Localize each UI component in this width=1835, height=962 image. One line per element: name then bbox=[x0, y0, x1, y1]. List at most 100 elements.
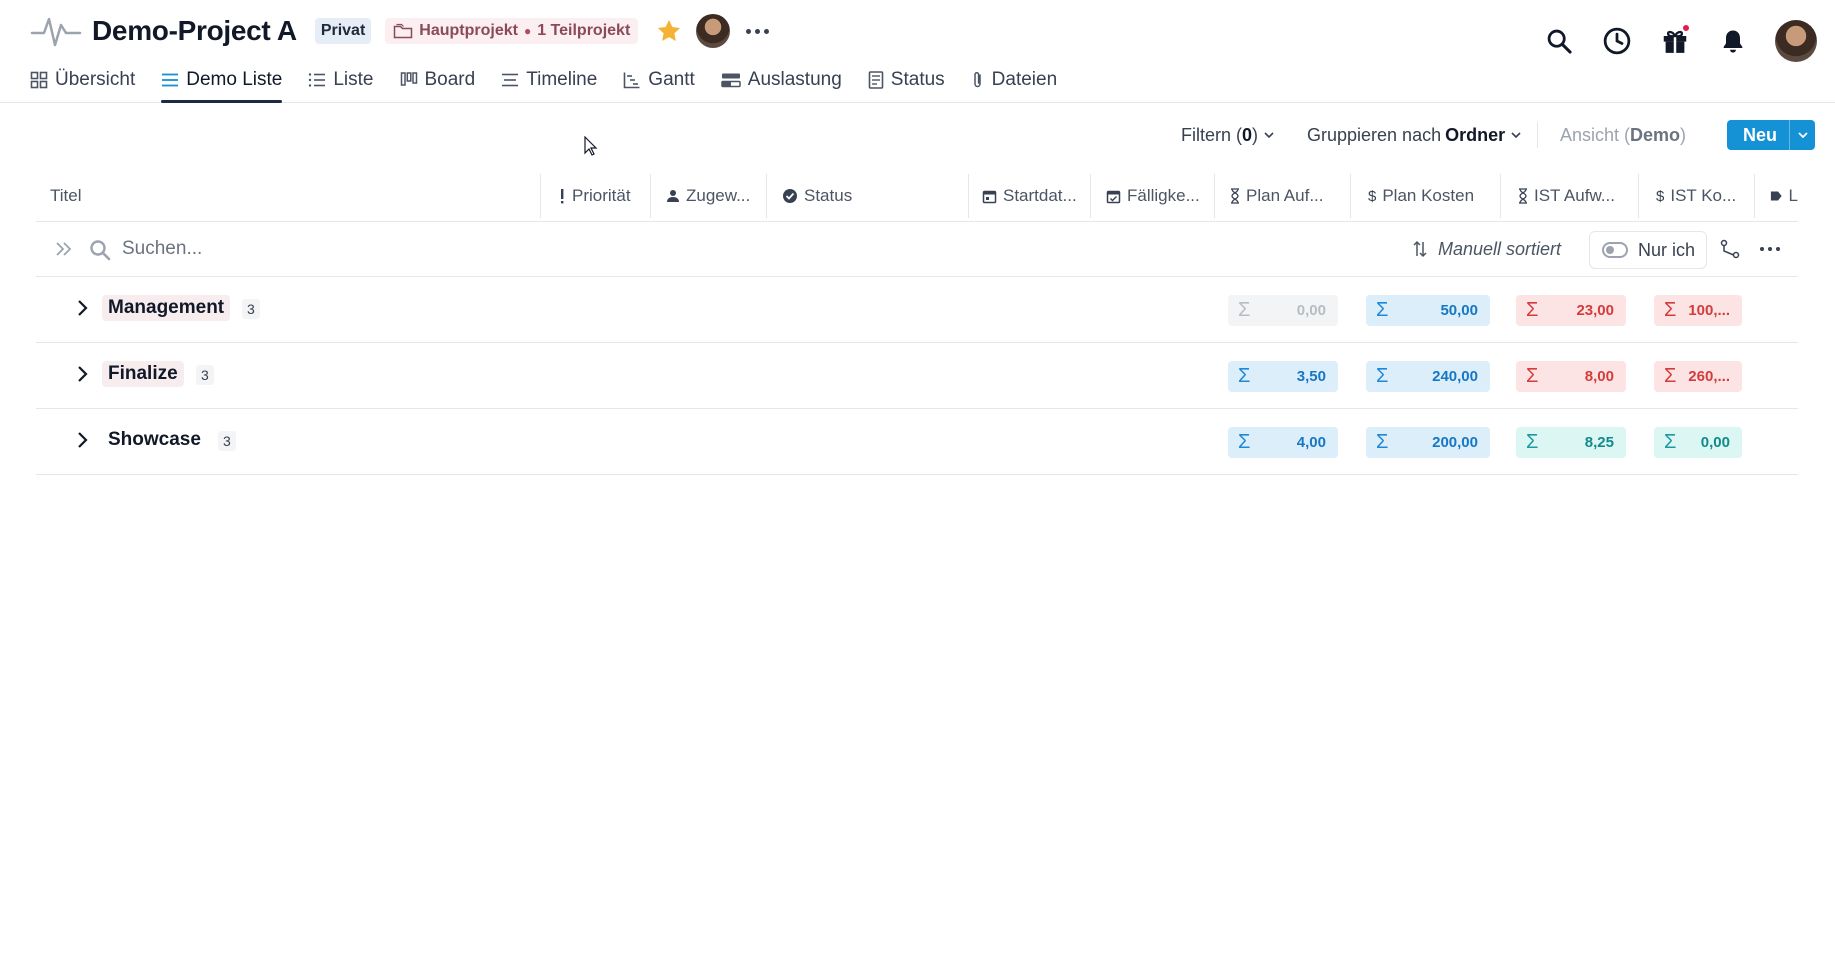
view-button[interactable]: Ansicht (Demo) bbox=[1560, 118, 1686, 152]
dollar-icon: $ bbox=[1656, 187, 1665, 205]
column-divider[interactable] bbox=[650, 174, 651, 218]
tab-label: Demo Liste bbox=[186, 68, 283, 90]
favorite-star-icon[interactable] bbox=[654, 16, 684, 46]
task-table: Titel Priorität Zugew... Status Startdat… bbox=[36, 170, 1798, 475]
dependency-icon[interactable] bbox=[1720, 239, 1740, 264]
chevron-right-icon[interactable] bbox=[76, 299, 90, 322]
tab-label: Auslastung bbox=[747, 68, 842, 90]
search-input[interactable] bbox=[122, 234, 722, 264]
column-divider[interactable] bbox=[968, 174, 969, 218]
column-header-assignee[interactable]: Zugew... bbox=[666, 170, 792, 222]
column-header-labels[interactable]: L bbox=[1770, 170, 1798, 222]
sigma-icon: Σ bbox=[1238, 431, 1251, 453]
column-header-plan-effort[interactable]: Plan Auf... bbox=[1230, 170, 1354, 222]
tab-label: Dateien bbox=[991, 68, 1058, 90]
column-header-priority[interactable]: Priorität bbox=[558, 170, 676, 222]
column-header-actual-cost[interactable]: $ IST Ko... bbox=[1656, 170, 1756, 222]
column-divider[interactable] bbox=[1350, 174, 1351, 218]
more-options-icon[interactable] bbox=[1760, 247, 1780, 251]
column-header-actual-effort[interactable]: IST Aufw... bbox=[1518, 170, 1636, 222]
new-button[interactable]: Neu bbox=[1727, 120, 1815, 150]
column-header-plan-cost[interactable]: $ Plan Kosten bbox=[1368, 170, 1498, 222]
tab-status[interactable]: Status bbox=[868, 62, 945, 103]
sigma-icon: Σ bbox=[1376, 365, 1389, 387]
list-lines-icon bbox=[162, 73, 179, 86]
hierarchy-sub-label: 1 Teilprojekt bbox=[537, 22, 631, 39]
group-row[interactable]: Management 3 Σ 0,00 Σ 50,00 Σ 23,00 Σ 100,..… bbox=[36, 277, 1798, 343]
column-divider[interactable] bbox=[766, 174, 767, 218]
gantt-icon bbox=[623, 72, 640, 88]
bell-icon[interactable] bbox=[1717, 25, 1749, 57]
tab-dateien[interactable]: Dateien bbox=[971, 62, 1058, 103]
tab-board[interactable]: Board bbox=[400, 62, 475, 103]
column-label: L bbox=[1788, 186, 1798, 205]
column-header-status[interactable]: Status bbox=[782, 170, 982, 222]
group-by-button[interactable]: Gruppieren nach Ordner bbox=[1307, 118, 1523, 152]
grid-icon bbox=[30, 71, 48, 88]
more-options-icon[interactable] bbox=[746, 16, 770, 46]
column-header-title[interactable]: Titel bbox=[50, 170, 450, 222]
sum-actual-effort: Σ 8,25 bbox=[1516, 427, 1626, 458]
hierarchy-badge[interactable]: Hauptprojekt ● 1 Teilprojekt bbox=[385, 18, 639, 44]
hourglass-icon bbox=[1231, 188, 1239, 204]
tab-label: Timeline bbox=[526, 68, 598, 90]
column-divider[interactable] bbox=[1638, 174, 1639, 218]
sum-value: 0,00 bbox=[1296, 302, 1326, 319]
column-header-start-date[interactable]: Startdat... bbox=[982, 170, 1086, 222]
group-name: Finalize bbox=[102, 361, 184, 387]
activity-pulse-icon[interactable] bbox=[30, 11, 82, 51]
expand-all-icon[interactable] bbox=[54, 239, 74, 264]
column-divider[interactable] bbox=[1090, 174, 1091, 218]
tab-gantt[interactable]: Gantt bbox=[623, 62, 695, 103]
group-row[interactable]: Finalize 3 Σ 3,50 Σ 240,00 Σ 8,00 Σ 260,... bbox=[36, 343, 1798, 409]
new-dropdown-chevron-icon[interactable] bbox=[1790, 128, 1815, 142]
paperclip-icon bbox=[973, 71, 981, 87]
tab-demo-liste[interactable]: Demo Liste bbox=[161, 62, 283, 103]
sum-actual-effort: Σ 8,00 bbox=[1516, 361, 1626, 392]
group-row[interactable]: Showcase 3 Σ 4,00 Σ 200,00 Σ 8,25 Σ 0,00 bbox=[36, 409, 1798, 475]
only-me-toggle[interactable]: Nur ich bbox=[1589, 231, 1707, 269]
owner-avatar[interactable] bbox=[696, 14, 731, 48]
tab-label: Gantt bbox=[648, 68, 695, 90]
board-icon bbox=[400, 71, 417, 86]
column-divider[interactable] bbox=[1214, 174, 1215, 218]
column-header-due-date[interactable]: Fälligke... bbox=[1106, 170, 1210, 222]
search-icon[interactable] bbox=[1543, 25, 1575, 57]
toggle-switch bbox=[1602, 242, 1628, 258]
group-by-label: Gruppieren nach bbox=[1307, 124, 1442, 145]
sum-value: 4,00 bbox=[1296, 434, 1326, 451]
sum-value: 260,... bbox=[1688, 368, 1730, 385]
tab-uebersicht[interactable]: Übersicht bbox=[30, 62, 135, 103]
sum-value: 8,25 bbox=[1584, 434, 1614, 451]
visibility-badge[interactable]: Privat bbox=[314, 18, 372, 44]
timeline-icon bbox=[502, 73, 519, 86]
chevron-down-icon bbox=[1264, 132, 1274, 139]
gift-icon[interactable] bbox=[1659, 23, 1691, 57]
sum-value: 200,00 bbox=[1432, 434, 1478, 451]
chevron-right-icon[interactable] bbox=[76, 431, 90, 454]
filter-button[interactable]: Filtern (0) bbox=[1181, 118, 1276, 152]
clock-icon[interactable] bbox=[1601, 25, 1633, 57]
calendar-icon bbox=[982, 190, 997, 203]
group-count: 3 bbox=[242, 299, 260, 319]
column-divider[interactable] bbox=[540, 174, 541, 218]
sum-value: 3,50 bbox=[1296, 368, 1326, 385]
sigma-icon: Σ bbox=[1238, 365, 1251, 387]
column-label: Plan Kosten bbox=[1382, 186, 1475, 205]
column-label: IST Aufw... bbox=[1534, 186, 1615, 205]
sum-plan-cost: Σ 200,00 bbox=[1366, 427, 1490, 458]
chevron-right-icon[interactable] bbox=[76, 365, 90, 388]
tab-auslastung[interactable]: Auslastung bbox=[721, 62, 842, 103]
tab-liste[interactable]: Liste bbox=[308, 62, 374, 103]
group-count: 3 bbox=[218, 431, 236, 451]
column-divider[interactable] bbox=[1754, 174, 1755, 218]
sum-plan-cost: Σ 240,00 bbox=[1366, 361, 1490, 392]
column-divider[interactable] bbox=[1500, 174, 1501, 218]
column-label: Startdat... bbox=[1003, 186, 1077, 205]
user-avatar[interactable] bbox=[1775, 20, 1817, 62]
filter-label: Filtern (0) bbox=[1181, 124, 1259, 145]
sort-button[interactable]: Manuell sortiert bbox=[1412, 234, 1561, 264]
search-row: Manuell sortiert Nur ich bbox=[36, 222, 1798, 277]
column-label: Plan Auf... bbox=[1246, 186, 1324, 205]
tab-timeline[interactable]: Timeline bbox=[501, 62, 597, 103]
